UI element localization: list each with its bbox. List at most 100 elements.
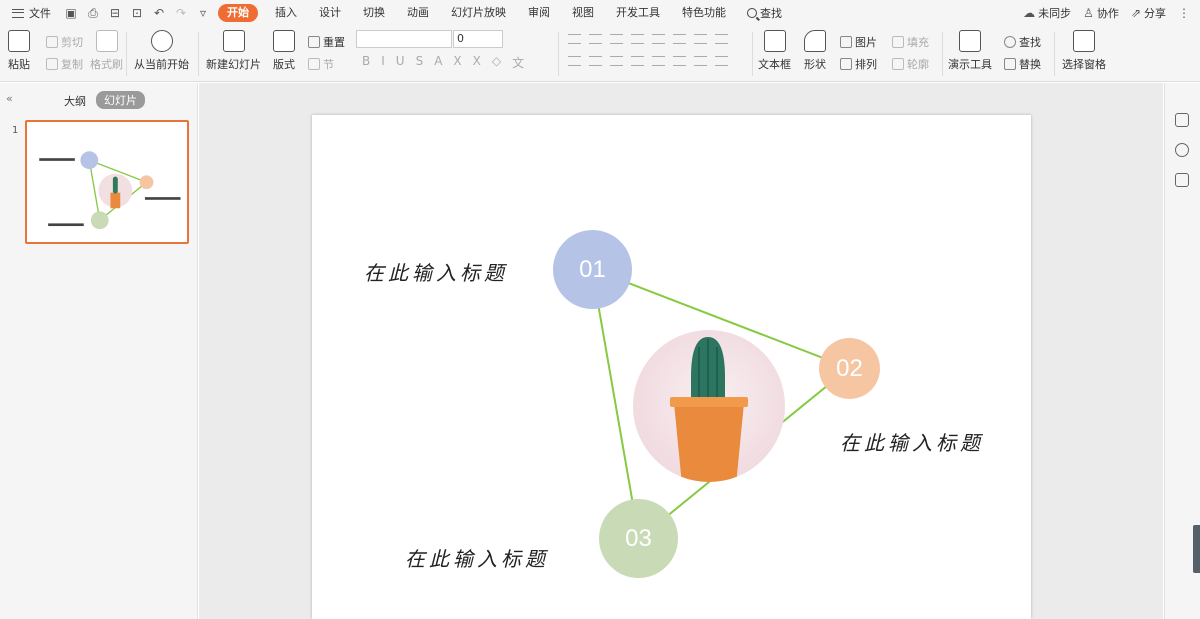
sync-status[interactable]: ☁ 未同步	[1023, 5, 1071, 21]
step-circle-01[interactable]: 01	[553, 230, 632, 309]
print-icon[interactable]: ⊟	[108, 6, 122, 20]
indent-increase-icon[interactable]	[631, 34, 644, 44]
align-right-icon[interactable]	[610, 56, 623, 66]
font-name-select[interactable]	[356, 30, 452, 48]
section-button[interactable]: 节	[308, 56, 334, 72]
settings-icon[interactable]	[1175, 113, 1189, 127]
comment-icon[interactable]	[1175, 173, 1189, 187]
text-direction-icon[interactable]	[652, 34, 665, 44]
print-preview-icon[interactable]: ⎙	[86, 6, 100, 21]
align-left-icon[interactable]	[568, 56, 581, 66]
paste-button[interactable]: 粘贴	[8, 30, 30, 72]
file-menu[interactable]: 文件	[0, 5, 60, 21]
font-size-select[interactable]: 0	[453, 30, 503, 48]
line-spacing-icon[interactable]	[673, 34, 686, 44]
customize-dropdown-icon[interactable]: ▿	[196, 6, 210, 20]
presentation-icon	[959, 30, 981, 52]
bullets-icon[interactable]	[568, 34, 581, 44]
title-placeholder-02[interactable]: 在此输入标题	[840, 427, 984, 456]
cut-button[interactable]: 剪切	[46, 34, 83, 50]
share-label: 分享	[1144, 7, 1166, 20]
indent-icon[interactable]	[694, 56, 707, 66]
present-tools-button[interactable]: 演示工具	[948, 30, 992, 72]
save-icon[interactable]: ▣	[64, 6, 78, 20]
tab-slideshow[interactable]: 幻灯片放映	[440, 4, 517, 22]
paragraph-row-2	[568, 56, 728, 66]
more-button[interactable]: ⋮	[1178, 6, 1190, 20]
undo-icon[interactable]: ↶	[152, 6, 166, 20]
search-command[interactable]: 查找	[737, 5, 792, 21]
preview-icon[interactable]: ⊡	[130, 6, 144, 20]
find-button[interactable]: 查找	[1004, 34, 1041, 50]
superscript-icon[interactable]: X	[453, 54, 461, 71]
slide-thumbnail[interactable]	[25, 120, 189, 244]
distribute-icon[interactable]	[652, 56, 665, 66]
step-circle-02[interactable]: 02	[819, 338, 880, 399]
new-slide-button[interactable]: 新建幻灯片	[206, 30, 261, 72]
collab-button[interactable]: ♙ 协作	[1083, 5, 1119, 21]
tab-outline[interactable]: 大纲	[64, 93, 86, 109]
play-icon	[150, 30, 173, 52]
font-color-icon[interactable]: A	[434, 54, 442, 71]
divider	[558, 32, 559, 76]
slide-number: 1	[12, 125, 19, 136]
user-icon: ♙	[1083, 6, 1094, 20]
star-icon[interactable]	[1175, 143, 1189, 157]
justify-icon[interactable]	[631, 56, 644, 66]
fill-button[interactable]: 填充	[892, 34, 929, 50]
select-pane-button[interactable]: 选择窗格	[1062, 30, 1106, 72]
numbering-icon[interactable]	[589, 34, 602, 44]
tab-animation[interactable]: 动画	[396, 4, 440, 22]
format-painter-button[interactable]: 格式刷	[90, 30, 123, 72]
strikethrough-icon[interactable]: S	[416, 54, 424, 71]
copy-label: 复制	[61, 58, 83, 71]
share-button[interactable]: ⇗ 分享	[1131, 5, 1166, 21]
format-painter-label: 格式刷	[90, 58, 123, 71]
shape-button[interactable]: 形状	[804, 30, 826, 72]
divider	[126, 32, 127, 76]
tab-special[interactable]: 特色功能	[671, 4, 737, 22]
text-effect-icon[interactable]: 文	[512, 54, 524, 71]
step-number: 03	[625, 524, 652, 552]
italic-icon[interactable]: I	[381, 54, 385, 71]
section-icon	[308, 58, 320, 70]
textbox-button[interactable]: 文本框	[758, 30, 791, 72]
textbox-icon	[763, 30, 786, 52]
columns-icon[interactable]	[715, 34, 728, 44]
smart-art-icon[interactable]	[715, 56, 728, 66]
tab-slides[interactable]: 幻灯片	[96, 91, 145, 109]
textbox-label: 文本框	[758, 58, 791, 71]
side-widget[interactable]	[1193, 525, 1200, 573]
picture-button[interactable]: 图片	[840, 34, 877, 50]
arrange-button[interactable]: 排列	[840, 56, 877, 72]
from-current-button[interactable]: 从当前开始	[134, 30, 189, 72]
collapse-panel-icon[interactable]: «	[6, 92, 13, 105]
subscript-icon[interactable]: X	[473, 54, 481, 71]
tab-home[interactable]: 开始	[218, 4, 258, 22]
step-circle-03[interactable]: 03	[599, 499, 678, 578]
replace-button[interactable]: 替换	[1004, 56, 1041, 72]
tab-review[interactable]: 审阅	[517, 4, 561, 22]
align-text-icon[interactable]	[694, 34, 707, 44]
outline-button[interactable]: 轮廓	[892, 56, 929, 72]
title-placeholder-01[interactable]: 在此输入标题	[364, 257, 508, 286]
redo-icon[interactable]: ↷	[174, 6, 188, 20]
bold-icon[interactable]: B	[362, 54, 370, 71]
paragraph-spacing-icon[interactable]	[673, 56, 686, 66]
underline-icon[interactable]: U	[396, 54, 405, 71]
tab-insert[interactable]: 插入	[264, 4, 308, 22]
copy-button[interactable]: 复制	[46, 56, 83, 72]
tab-transitions[interactable]: 切换	[352, 4, 396, 22]
title-placeholder-03[interactable]: 在此输入标题	[405, 543, 549, 572]
tab-developer[interactable]: 开发工具	[605, 4, 671, 22]
indent-decrease-icon[interactable]	[610, 34, 623, 44]
divider	[752, 32, 753, 76]
layout-button[interactable]: 版式	[273, 30, 295, 72]
align-center-icon[interactable]	[589, 56, 602, 66]
reset-button[interactable]: 重置	[308, 34, 345, 50]
menu-bar: 文件 ▣ ⎙ ⊟ ⊡ ↶ ↷ ▿ 开始 插入 设计 切换 动画 幻灯片放映 审阅…	[0, 0, 1200, 26]
tab-design[interactable]: 设计	[308, 4, 352, 22]
clear-format-icon[interactable]: ◇	[492, 54, 501, 71]
slide[interactable]: 01 02 03 在此输入标题 在此输入标题 在此输入标题	[312, 115, 1031, 619]
tab-view[interactable]: 视图	[561, 4, 605, 22]
